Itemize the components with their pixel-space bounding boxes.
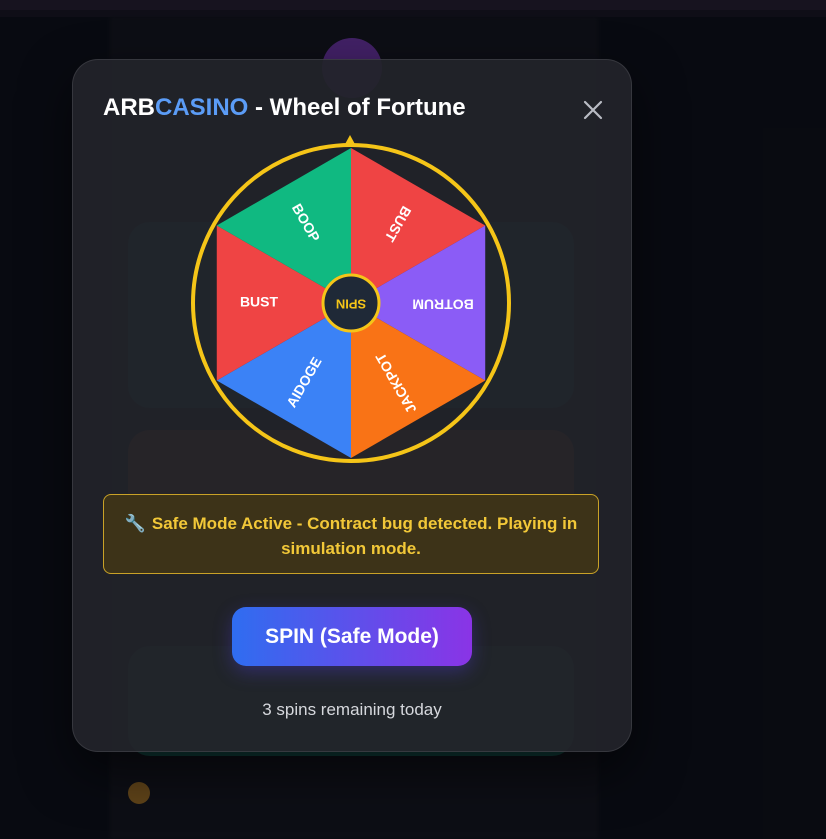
wheel-modal: ARBCASINO - Wheel of Fortune BUST BOTRUM J… [72, 59, 632, 752]
modal-title: ARBCASINO - Wheel of Fortune [103, 94, 466, 122]
title-rest: - Wheel of Fortune [248, 94, 466, 121]
wheel-center-label: SPIN [336, 297, 366, 312]
wheel-graphic: BUSTBOTRUMJACKPOTAIDOGEBUSTBOOP SPIN [191, 135, 511, 463]
wheel-segment-label-1: BOTRUM [412, 296, 473, 312]
close-button[interactable] [579, 96, 607, 124]
title-brand-casino: CASINO [155, 94, 249, 121]
safe-mode-notice-text: Safe Mode Active - Contract bug detected… [151, 514, 578, 558]
wrench-icon: 🔧 [124, 514, 146, 533]
spins-remaining: 3 spins remaining today [262, 700, 442, 719]
safe-mode-notice: 🔧 Safe Mode Active - Contract bug detecte… [103, 494, 599, 574]
title-brand-arb: ARB [103, 94, 155, 121]
wheel-segment-label-4: BUST [240, 294, 279, 310]
spin-button[interactable]: SPIN (Safe Mode) [232, 607, 472, 666]
fortune-wheel[interactable]: BUST BOTRUM JACKPOT AIDOGE BUST BOOP SPIN [190, 135, 516, 465]
close-icon [583, 100, 603, 120]
